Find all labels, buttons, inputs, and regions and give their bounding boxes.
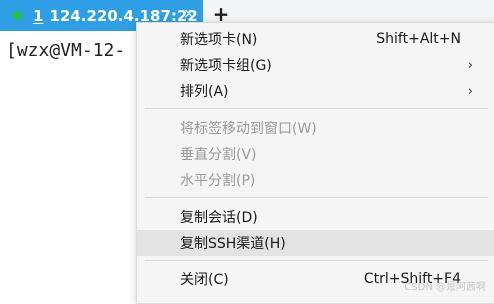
menu-separator <box>145 260 488 261</box>
close-tab-icon[interactable]: × <box>181 6 197 22</box>
menu-item-new-tab-group[interactable]: 新选项卡组(G) › <box>137 52 494 78</box>
tab-number: 1 <box>33 6 44 25</box>
menu-item-label: 垂直分割(V) <box>180 147 257 163</box>
menu-separator <box>145 108 488 109</box>
new-tab-icon[interactable]: + <box>212 4 230 24</box>
menu-item-new-tab[interactable]: 新选项卡(N) Shift+Alt+N <box>137 26 494 52</box>
submenu-arrow-icon: › <box>467 83 473 99</box>
menu-item-duplicate-ssh-channel[interactable]: 复制SSH渠道(H) <box>137 230 494 256</box>
connected-status-icon <box>13 11 22 20</box>
menu-item-shortcut: Shift+Alt+N <box>376 31 461 47</box>
menu-item-label: 将标签移动到窗口(W) <box>180 121 317 137</box>
menu-item-label: 新选项卡(N) <box>180 32 258 48</box>
submenu-arrow-icon: › <box>467 57 473 73</box>
menu-item-vertical-split[interactable]: 垂直分割(V) <box>137 141 494 167</box>
menu-item-duplicate-session[interactable]: 复制会话(D) <box>137 204 494 230</box>
menu-item-label: 关闭(C) <box>180 272 229 288</box>
terminal-prompt: [wzx@VM-12- <box>6 40 126 61</box>
menu-item-move-to-window[interactable]: 将标签移动到窗口(W) <box>137 115 494 141</box>
menu-item-label: 新选项卡组(G) <box>180 58 272 74</box>
menu-separator <box>145 197 488 198</box>
menu-item-label: 排列(A) <box>180 84 229 100</box>
menu-item-label: 复制会话(D) <box>180 210 258 226</box>
menu-item-arrange[interactable]: 排列(A) › <box>137 78 494 104</box>
menu-item-label: 水平分割(P) <box>180 173 256 189</box>
tab-context-menu: 新选项卡(N) Shift+Alt+N 新选项卡组(G) › 排列(A) › 将… <box>136 22 494 304</box>
menu-item-horizontal-split[interactable]: 水平分割(P) <box>137 167 494 193</box>
watermark: CSDN @是阿茜啊 <box>404 282 486 293</box>
menu-item-label: 复制SSH渠道(H) <box>180 236 286 252</box>
